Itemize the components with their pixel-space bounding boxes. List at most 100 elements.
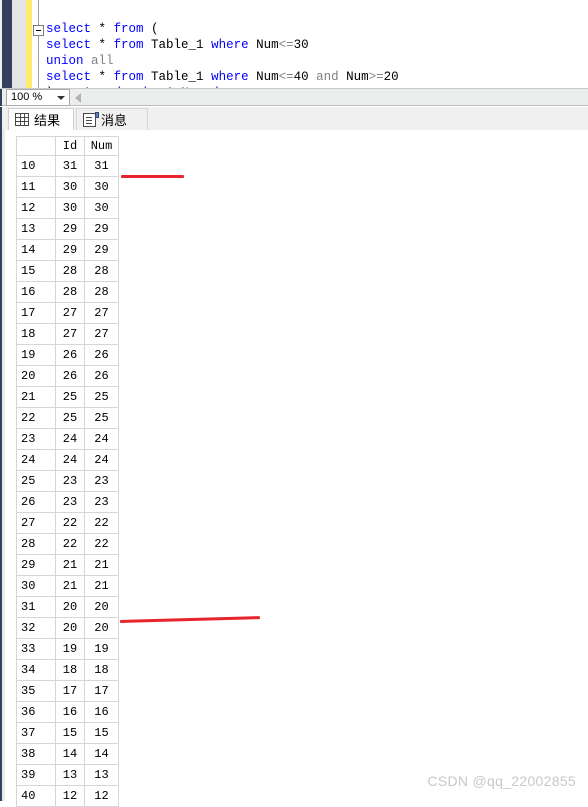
scroll-left-arrow-icon[interactable] (75, 93, 81, 103)
table-row[interactable]: 28 22 22 (16, 533, 119, 555)
table-row[interactable]: 33 19 19 (16, 638, 119, 660)
cell-rownum[interactable]: 39 (16, 764, 56, 786)
cell-rownum[interactable]: 27 (16, 512, 56, 534)
cell-id[interactable]: 21 (55, 575, 85, 597)
cell-id[interactable]: 13 (55, 764, 85, 786)
cell-num[interactable]: 13 (84, 764, 119, 786)
cell-rownum[interactable]: 19 (16, 344, 56, 366)
cell-num[interactable]: 16 (84, 701, 119, 723)
cell-id[interactable]: 14 (55, 743, 85, 765)
cell-num[interactable]: 14 (84, 743, 119, 765)
table-row[interactable]: 18 27 27 (16, 323, 119, 345)
cell-id[interactable]: 19 (55, 638, 85, 660)
cell-id[interactable]: 22 (55, 533, 85, 555)
cell-id[interactable]: 25 (55, 407, 85, 429)
cell-id[interactable]: 27 (55, 323, 85, 345)
table-row[interactable]: 30 21 21 (16, 575, 119, 597)
cell-id[interactable]: 21 (55, 554, 85, 576)
cell-id[interactable]: 24 (55, 428, 85, 450)
cell-num[interactable]: 12 (84, 785, 119, 807)
cell-num[interactable]: 18 (84, 659, 119, 681)
cell-rownum[interactable]: 28 (16, 533, 56, 555)
cell-num[interactable]: 31 (84, 155, 119, 177)
cell-num[interactable]: 21 (84, 575, 119, 597)
cell-num[interactable]: 30 (84, 176, 119, 198)
cell-rownum[interactable]: 34 (16, 659, 56, 681)
tab-results[interactable]: 结果 (8, 108, 74, 130)
table-row[interactable]: 26 23 23 (16, 491, 119, 513)
cell-rownum[interactable]: 15 (16, 260, 56, 282)
cell-rownum[interactable]: 14 (16, 239, 56, 261)
cell-num[interactable]: 25 (84, 407, 119, 429)
cell-id[interactable]: 22 (55, 512, 85, 534)
cell-id[interactable]: 18 (55, 659, 85, 681)
cell-rownum[interactable]: 40 (16, 785, 56, 807)
cell-id[interactable]: 20 (55, 596, 85, 618)
table-row[interactable]: 13 29 29 (16, 218, 119, 240)
table-row[interactable]: 39 13 13 (16, 764, 119, 786)
cell-rownum[interactable]: 20 (16, 365, 56, 387)
cell-rownum[interactable]: 17 (16, 302, 56, 324)
cell-id[interactable]: 17 (55, 680, 85, 702)
table-row[interactable]: 31 20 20 (16, 596, 119, 618)
table-row[interactable]: 29 21 21 (16, 554, 119, 576)
cell-id[interactable]: 16 (55, 701, 85, 723)
cell-id[interactable]: 29 (55, 218, 85, 240)
cell-rownum[interactable]: 11 (16, 176, 56, 198)
cell-rownum[interactable]: 26 (16, 491, 56, 513)
cell-num[interactable]: 27 (84, 302, 119, 324)
table-row[interactable]: 25 23 23 (16, 470, 119, 492)
cell-rownum[interactable]: 35 (16, 680, 56, 702)
cell-num[interactable]: 23 (84, 470, 119, 492)
cell-rownum[interactable]: 22 (16, 407, 56, 429)
cell-rownum[interactable]: 37 (16, 722, 56, 744)
cell-num[interactable]: 28 (84, 260, 119, 282)
table-row[interactable]: 10 31 31 (16, 155, 119, 177)
cell-num[interactable]: 19 (84, 638, 119, 660)
cell-num[interactable]: 15 (84, 722, 119, 744)
cell-rownum[interactable]: 21 (16, 386, 56, 408)
cell-rownum[interactable]: 33 (16, 638, 56, 660)
results-table[interactable]: Id Num 10 31 31 11 30 30 12 30 30 13 29 29 14 29 29 15 2… (16, 136, 119, 807)
table-row[interactable]: 27 22 22 (16, 512, 119, 534)
cell-rownum[interactable]: 36 (16, 701, 56, 723)
tab-messages[interactable]: 消息 (76, 108, 148, 130)
table-row[interactable]: 19 26 26 (16, 344, 119, 366)
cell-num[interactable]: 29 (84, 218, 119, 240)
table-row[interactable]: 22 25 25 (16, 407, 119, 429)
cell-rownum[interactable]: 38 (16, 743, 56, 765)
cell-rownum[interactable]: 12 (16, 197, 56, 219)
table-row[interactable]: 20 26 26 (16, 365, 119, 387)
cell-num[interactable]: 28 (84, 281, 119, 303)
cell-rownum[interactable]: 30 (16, 575, 56, 597)
cell-id[interactable]: 24 (55, 449, 85, 471)
cell-rownum[interactable]: 32 (16, 617, 56, 639)
chevron-down-icon[interactable] (57, 96, 65, 100)
table-row[interactable]: 36 16 16 (16, 701, 119, 723)
table-row[interactable]: 37 15 15 (16, 722, 119, 744)
table-row[interactable]: 34 18 18 (16, 659, 119, 681)
cell-id[interactable]: 29 (55, 239, 85, 261)
cell-rownum[interactable]: 10 (16, 155, 56, 177)
cell-id[interactable]: 23 (55, 491, 85, 513)
cell-rownum[interactable]: 13 (16, 218, 56, 240)
cell-num[interactable]: 29 (84, 239, 119, 261)
cell-num[interactable]: 27 (84, 323, 119, 345)
cell-id[interactable]: 23 (55, 470, 85, 492)
cell-id[interactable]: 28 (55, 281, 85, 303)
cell-rownum[interactable]: 29 (16, 554, 56, 576)
cell-rownum[interactable]: 31 (16, 596, 56, 618)
cell-rownum[interactable]: 25 (16, 470, 56, 492)
cell-id[interactable]: 28 (55, 260, 85, 282)
cell-num[interactable]: 21 (84, 554, 119, 576)
cell-rownum[interactable]: 18 (16, 323, 56, 345)
cell-id[interactable]: 30 (55, 197, 85, 219)
cell-id[interactable]: 27 (55, 302, 85, 324)
table-row[interactable]: 21 25 25 (16, 386, 119, 408)
cell-num[interactable]: 17 (84, 680, 119, 702)
cell-rownum[interactable]: 23 (16, 428, 56, 450)
cell-num[interactable]: 22 (84, 533, 119, 555)
table-row[interactable]: 40 12 12 (16, 785, 119, 807)
cell-id[interactable]: 12 (55, 785, 85, 807)
cell-num[interactable]: 26 (84, 365, 119, 387)
